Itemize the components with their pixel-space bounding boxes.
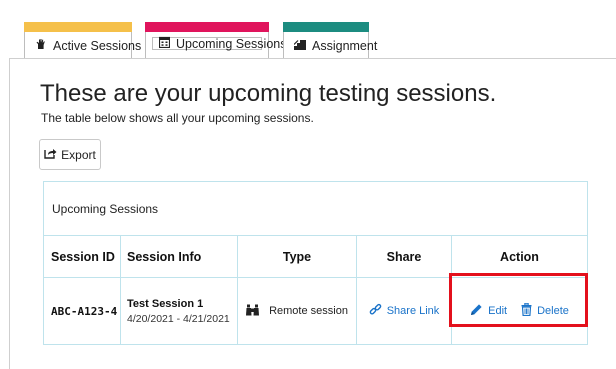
share-cell: Share Link (357, 278, 452, 344)
tab-label: Upcoming Sessions (176, 36, 287, 51)
tab-assignment[interactable]: Assignment (283, 22, 377, 58)
session-type: Remote session (269, 305, 348, 317)
calendar-icon (158, 36, 171, 51)
table-header: Session ID Session Info Type Share Actio… (44, 236, 587, 278)
panel-left-border (9, 58, 10, 369)
edit-button[interactable]: Edit (470, 303, 507, 319)
window-top (0, 0, 616, 10)
share-out-icon (44, 147, 57, 162)
table-caption: Upcoming Sessions (44, 182, 587, 236)
stairs-icon (293, 39, 306, 53)
tab-upcoming-sessions[interactable]: Upcoming Sessions (145, 22, 286, 58)
edit-label: Edit (488, 305, 508, 317)
upcoming-sessions-table: Upcoming Sessions Session ID Session Inf… (43, 181, 588, 345)
trash-icon (521, 302, 532, 319)
link-icon (369, 303, 382, 319)
column-header-action: Action (500, 249, 539, 264)
type-cell: Remote session (238, 278, 357, 344)
pencil-icon (470, 303, 483, 319)
session-dates: 4/20/2021 - 4/21/2021 (127, 312, 230, 325)
session-info-cell: Test Session 1 4/20/2021 - 4/21/2021 (121, 278, 238, 344)
column-header-share: Share (357, 236, 452, 277)
page-subtitle: The table below shows all your upcoming … (41, 111, 314, 125)
session-id-cell: ABC-A123-4 (44, 278, 121, 344)
export-label: Export (61, 147, 96, 162)
tab-active-sessions[interactable]: Active Sessions (24, 22, 141, 58)
share-link[interactable]: Share Link (369, 303, 440, 319)
column-header-session-info: Session Info (121, 236, 238, 277)
tab-color-bar (283, 22, 369, 32)
export-button[interactable]: Export (39, 139, 101, 170)
page-title: These are your upcoming testing sessions… (40, 80, 497, 107)
table-row: ABC-A123-4 Test Session 1 4/20/2021 - 4/… (44, 278, 587, 344)
column-header-type: Type (238, 236, 357, 277)
session-id: ABC-A123-4 (51, 304, 118, 318)
delete-button[interactable]: Delete (521, 302, 569, 319)
delete-label: Delete (537, 305, 569, 317)
tab-color-bar (24, 22, 132, 32)
column-header-session-id: Session ID (44, 236, 121, 277)
action-cell: Edit Delete (452, 278, 587, 344)
tabs-baseline (10, 58, 616, 59)
hand-icon (35, 38, 47, 53)
tab-label: Active Sessions (53, 38, 142, 53)
binoculars-icon (246, 304, 260, 319)
share-link-label: Share Link (386, 305, 440, 317)
session-name: Test Session 1 (127, 297, 204, 310)
tab-color-bar (145, 22, 269, 32)
tab-label: Assignment (312, 38, 378, 53)
